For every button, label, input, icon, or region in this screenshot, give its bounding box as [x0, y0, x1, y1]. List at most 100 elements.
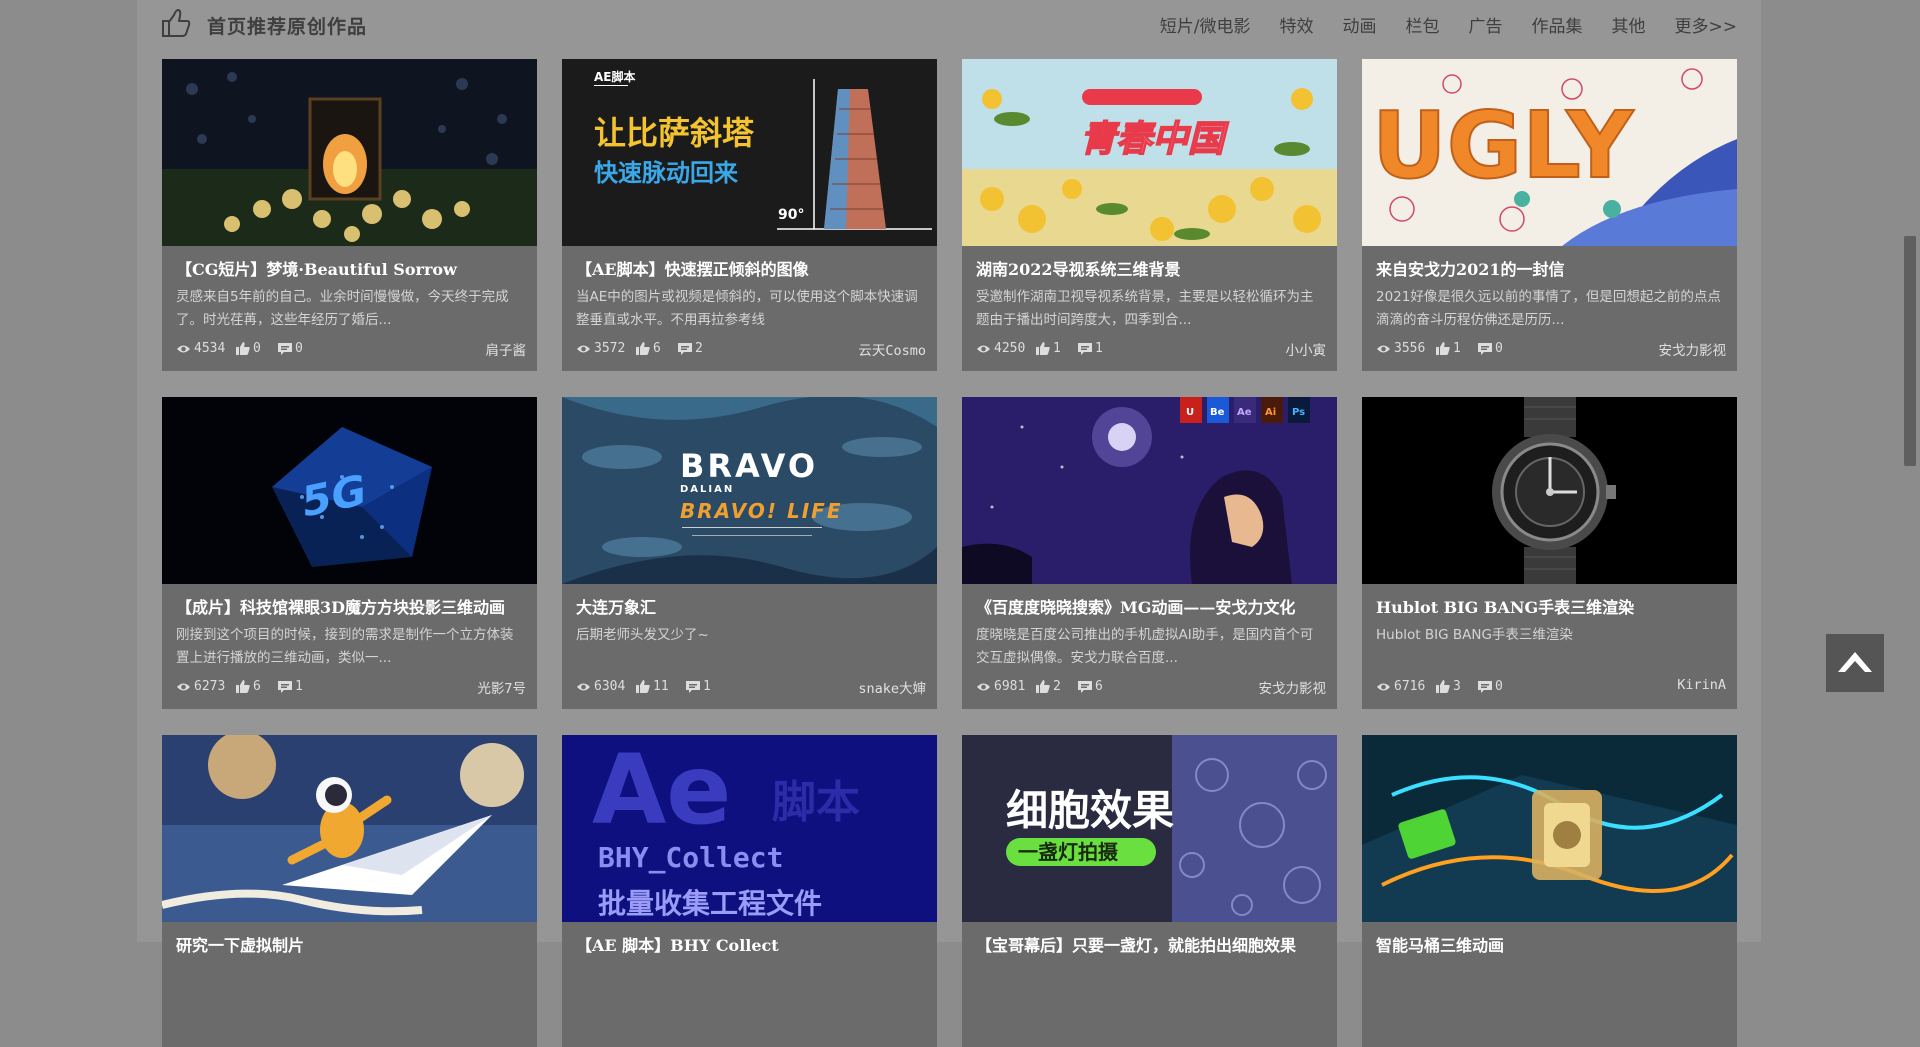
- nav-packaging[interactable]: 栏包: [1406, 12, 1440, 37]
- card-thumbnail[interactable]: U Be Ae Ai Ps: [962, 397, 1337, 584]
- author-name[interactable]: 小小寅: [1286, 339, 1327, 359]
- thumb-subline: BHY_Collect: [598, 841, 783, 874]
- card-title[interactable]: 《百度度晓晓搜索》MG动画——安戈力文化: [976, 594, 1326, 618]
- thumbs-up-icon: [1036, 680, 1050, 693]
- section-title: 首页推荐原创作品: [207, 16, 368, 38]
- work-card[interactable]: Hublot BIG BANG手表三维渲染 Hublot BIG BANG手表三…: [1362, 397, 1737, 709]
- likes-count: 6: [253, 679, 261, 694]
- thumb-headline: 让比萨斜塔: [594, 114, 755, 152]
- likes-count: 1: [1053, 341, 1061, 356]
- likes-stat: 2: [1036, 679, 1061, 694]
- thumb-angle: 90°: [778, 207, 804, 223]
- card-title[interactable]: 【AE脚本】快速摆正倾斜的图像: [576, 256, 926, 280]
- nav-more[interactable]: 更多>>: [1675, 12, 1738, 37]
- card-title[interactable]: 湖南2022导视系统三维背景: [976, 256, 1326, 280]
- comments-stat: 1: [278, 679, 303, 694]
- work-card[interactable]: BRAVO DALIAN BRAVO! LIFE 大连万象汇 后期老师头发又少了…: [562, 397, 937, 709]
- thumbs-up-icon: [1436, 342, 1450, 355]
- eye-icon: [977, 683, 990, 690]
- card-thumbnail[interactable]: [1362, 397, 1737, 584]
- scrollbar[interactable]: [1900, 0, 1920, 942]
- nav-short-film[interactable]: 短片/微电影: [1160, 12, 1251, 37]
- work-card[interactable]: 青春中国 湖南2022导视系统三维背景 受邀制作湖南卫视导视系统背景，主要是以轻…: [962, 59, 1337, 371]
- card-thumbnail[interactable]: [1362, 735, 1737, 922]
- views-stat: 4250: [976, 341, 1025, 356]
- likes-count: 11: [653, 679, 669, 694]
- card-thumbnail[interactable]: 细胞效果 一盏灯拍摄: [962, 735, 1337, 922]
- author-name[interactable]: snake大婶: [858, 677, 926, 697]
- back-to-top-button[interactable]: [1826, 634, 1884, 692]
- thumbs-up-icon: [162, 9, 191, 37]
- nav-ads[interactable]: 广告: [1469, 12, 1503, 37]
- views-stat: 6304: [576, 679, 625, 694]
- section-header: 首页推荐原创作品 短片/微电影 特效 动画 栏包 广告 作品集 其他 更多>>: [137, 0, 1761, 46]
- card-description: 受邀制作湖南卫视导视系统背景，主要是以轻松循环为主题由于播出时间跨度大，四季到合…: [976, 289, 1314, 328]
- work-card[interactable]: 研究一下虚拟制片: [162, 735, 537, 1047]
- author-name[interactable]: 安戈力影视: [1659, 339, 1727, 359]
- card-title[interactable]: 智能马桶三维动画: [1376, 932, 1726, 956]
- app-badge: Ae: [1237, 407, 1252, 418]
- category-nav: 短片/微电影 特效 动画 栏包 广告 作品集 其他 更多>>: [1131, 12, 1737, 37]
- card-thumbnail[interactable]: BRAVO DALIAN BRAVO! LIFE: [562, 397, 937, 584]
- work-card[interactable]: 【CG短片】梦境·Beautiful Sorrow 灵感来自5年前的自己。业余时…: [162, 59, 537, 371]
- card-thumbnail[interactable]: AE脚本 让比萨斜塔 快速脉动回来 90°: [562, 59, 937, 246]
- thumb-subline: 快速脉动回来: [594, 159, 739, 187]
- card-stats: 6981 2 6 安戈力影视: [976, 679, 1326, 697]
- author-name[interactable]: KirinA: [1677, 677, 1726, 693]
- thumb-subline: 一盏灯拍摄: [1018, 840, 1119, 864]
- likes-stat: 0: [236, 341, 261, 356]
- nav-other[interactable]: 其他: [1612, 12, 1646, 37]
- card-title[interactable]: 大连万象汇: [576, 594, 926, 618]
- card-title[interactable]: 来自安戈力2021的一封信: [1376, 256, 1726, 280]
- thumb-headline: BRAVO: [680, 447, 818, 485]
- card-title[interactable]: 【CG短片】梦境·Beautiful Sorrow: [176, 256, 526, 280]
- comments-stat: 1: [686, 679, 711, 694]
- nav-portfolio[interactable]: 作品集: [1532, 12, 1583, 37]
- nav-animation[interactable]: 动画: [1343, 12, 1377, 37]
- thumbs-up-icon: [636, 342, 650, 355]
- comment-icon: [1478, 342, 1492, 355]
- comments-count: 1: [295, 679, 303, 694]
- work-card[interactable]: 智能马桶三维动画: [1362, 735, 1737, 1047]
- views-stat: 6273: [176, 679, 225, 694]
- likes-count: 3: [1453, 679, 1461, 694]
- card-thumbnail[interactable]: [162, 59, 537, 246]
- eye-icon: [577, 683, 590, 690]
- card-title[interactable]: 研究一下虚拟制片: [176, 932, 526, 956]
- scrollbar-thumb[interactable]: [1904, 236, 1916, 466]
- page-container: 首页推荐原创作品 短片/微电影 特效 动画 栏包 广告 作品集 其他 更多>>: [137, 0, 1761, 1047]
- card-title[interactable]: 【成片】科技馆裸眼3D魔方方块投影三维动画: [176, 594, 526, 618]
- work-card[interactable]: UGLY 来自安戈力2021的一封信 2021好像是很久远以前的事情了，但是回想…: [1362, 59, 1737, 371]
- author-name[interactable]: 安戈力影视: [1259, 677, 1327, 697]
- work-card[interactable]: U Be Ae Ai Ps 《百度度晓晓搜索》MG动画——安戈力文化 度晓晓是百…: [962, 397, 1337, 709]
- likes-stat: 1: [1036, 341, 1061, 356]
- comments-stat: 6: [1078, 679, 1103, 694]
- author-name[interactable]: 光影7号: [477, 677, 526, 697]
- card-title[interactable]: 【宝哥幕后】只要一盏灯，就能拍出细胞效果: [976, 932, 1326, 956]
- comments-stat: 0: [1478, 679, 1503, 694]
- author-name[interactable]: 肩子酱: [486, 339, 527, 359]
- card-thumbnail[interactable]: [162, 735, 537, 922]
- card-title[interactable]: 【AE 脚本】BHY Collect: [576, 932, 926, 956]
- author-name[interactable]: 云天Cosmo: [858, 339, 926, 359]
- thumb-subline: DALIAN: [680, 484, 734, 495]
- work-card[interactable]: 细胞效果 一盏灯拍摄 【宝哥幕后】只要一盏灯，就能拍出细胞效果: [962, 735, 1337, 1047]
- card-thumbnail[interactable]: 青春中国: [962, 59, 1337, 246]
- work-card[interactable]: 5G 【成片】科技馆裸眼3D魔方方块投影三维动画 刚接到这个项目的时候，接到的需…: [162, 397, 537, 709]
- card-title[interactable]: Hublot BIG BANG手表三维渲染: [1376, 594, 1726, 618]
- comment-icon: [678, 342, 692, 355]
- work-card[interactable]: Ae 脚本 BHY_Collect 批量收集工程文件 【AE 脚本】BHY Co…: [562, 735, 937, 1047]
- nav-vfx[interactable]: 特效: [1280, 12, 1314, 37]
- comments-count: 6: [1095, 679, 1103, 694]
- card-description: Hublot BIG BANG手表三维渲染: [1376, 627, 1573, 643]
- card-stats: 3572 6 2 云天Cosmo: [576, 341, 926, 359]
- work-card[interactable]: AE脚本 让比萨斜塔 快速脉动回来 90° 【AE脚本】快速摆正倾斜的图像 当A…: [562, 59, 937, 371]
- card-thumbnail[interactable]: UGLY: [1362, 59, 1737, 246]
- card-stats: 6304 11 1 snake大婶: [576, 679, 926, 697]
- likes-count: 6: [653, 341, 661, 356]
- card-thumbnail[interactable]: 5G: [162, 397, 537, 584]
- likes-count: 0: [253, 341, 261, 356]
- likes-stat: 1: [1436, 341, 1461, 356]
- card-thumbnail[interactable]: Ae 脚本 BHY_Collect 批量收集工程文件: [562, 735, 937, 922]
- comments-count: 0: [295, 341, 303, 356]
